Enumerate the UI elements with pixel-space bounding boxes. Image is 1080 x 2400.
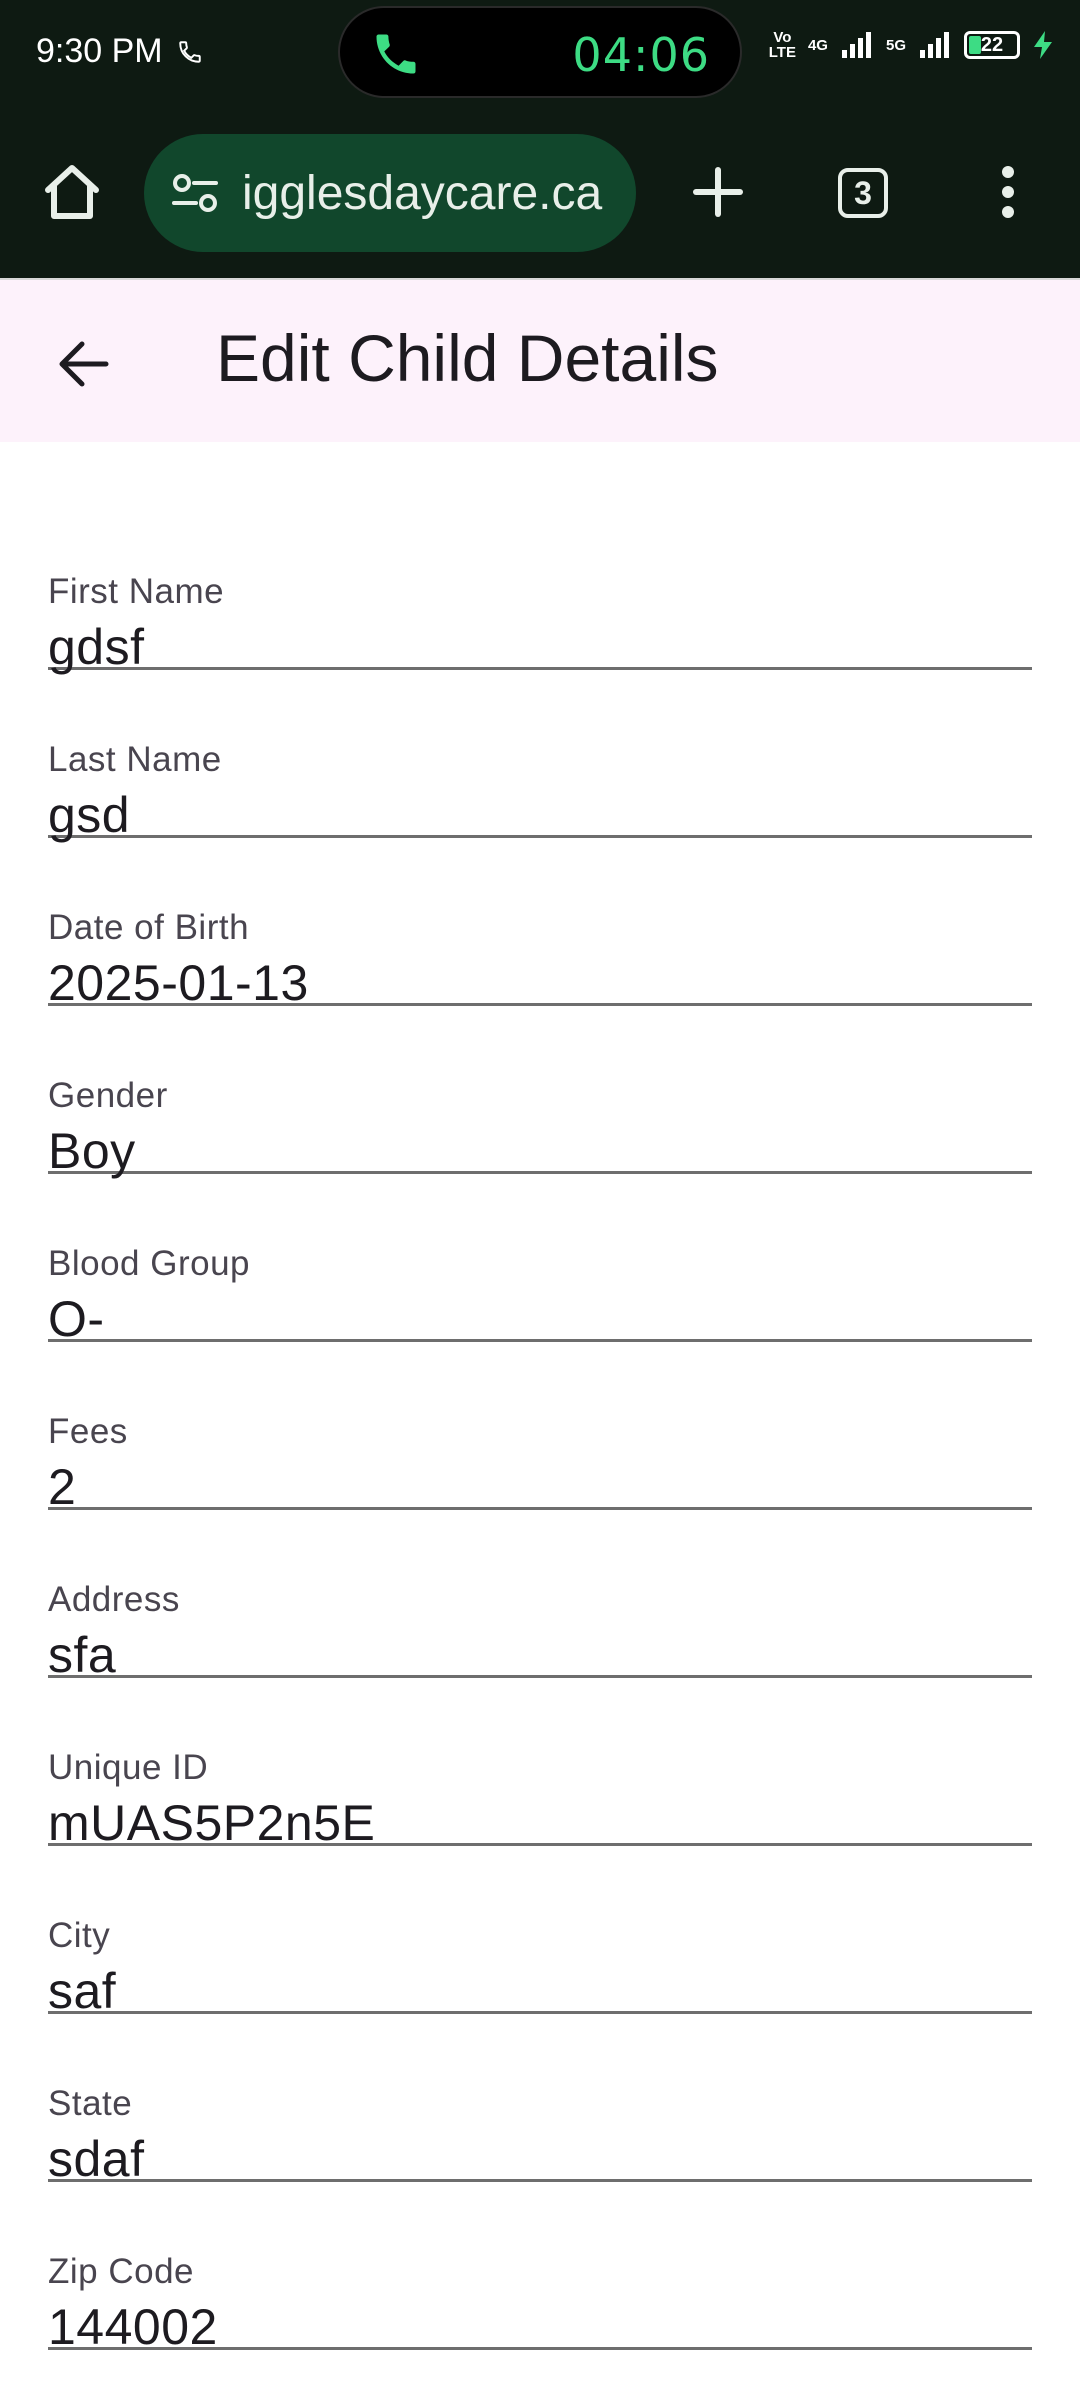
zip-code-field[interactable]: Zip Code 144002 xyxy=(48,2182,1032,2355)
first-name-input[interactable]: gdsf xyxy=(48,618,145,676)
more-menu-icon[interactable] xyxy=(988,160,1028,224)
signal-strength-icon xyxy=(841,32,871,58)
state-field[interactable]: State sdaf xyxy=(48,2014,1032,2187)
status-time-group: 9:30 PM xyxy=(36,32,203,71)
site-settings-icon[interactable] xyxy=(170,171,220,215)
unique-id-input[interactable]: mUAS5P2n5E xyxy=(48,1794,375,1852)
ongoing-call-pill[interactable]: 04:06 xyxy=(338,6,742,98)
address-field[interactable]: Address sfa xyxy=(48,1510,1032,1683)
zip-code-input[interactable]: 144002 xyxy=(48,2298,218,2356)
date-of-birth-label: Date of Birth xyxy=(48,908,250,947)
home-icon[interactable] xyxy=(40,160,104,224)
charging-bolt-icon xyxy=(1034,31,1052,59)
phone-icon xyxy=(376,34,416,74)
date-of-birth-input[interactable]: 2025-01-13 xyxy=(48,954,309,1012)
volte-indicator: Vo LTE xyxy=(768,29,796,61)
city-label: City xyxy=(48,1916,111,1955)
signal-strength-icon-2 xyxy=(920,32,949,58)
blood-group-label: Blood Group xyxy=(48,1244,251,1283)
address-label: Address xyxy=(48,1580,180,1619)
phone-call-icon xyxy=(178,40,201,63)
url-text: igglesdaycare.ca xyxy=(242,166,603,220)
unique-id-field[interactable]: Unique ID mUAS5P2n5E xyxy=(48,1678,1032,1851)
battery-icon: 22 xyxy=(964,31,1020,59)
blood-group-input[interactable]: O- xyxy=(48,1290,105,1348)
new-tab-icon[interactable] xyxy=(686,160,750,224)
address-input[interactable]: sfa xyxy=(48,1626,116,1684)
state-label: State xyxy=(48,2084,133,2123)
call-timer: 04:06 xyxy=(572,28,710,82)
4g-indicator: 4G xyxy=(807,36,828,54)
battery-level: 22 xyxy=(980,33,1004,56)
fees-input[interactable]: 2 xyxy=(48,1458,76,1516)
last-name-input[interactable]: gsd xyxy=(48,786,130,844)
fees-field[interactable]: Fees 2 xyxy=(48,1342,1032,1515)
child-details-form: First Name gdsf Last Name gsd Date of Birth 2… xyxy=(48,442,1032,2355)
fees-label: Fees xyxy=(48,1412,128,1451)
status-bar: 9:30 PM 04:06 Vo LTE 4G 5G 22 xyxy=(0,0,1080,110)
tab-switcher-button[interactable]: 3 xyxy=(838,168,888,218)
app-bar: Edit Child Details xyxy=(0,278,1080,442)
city-field[interactable]: City saf xyxy=(48,1846,1032,2019)
gender-field[interactable]: Gender Boy xyxy=(48,1006,1032,1179)
first-name-label: First Name xyxy=(48,572,225,611)
back-arrow-icon[interactable] xyxy=(52,332,116,396)
blood-group-field[interactable]: Blood Group O- xyxy=(48,1174,1032,1347)
state-input[interactable]: sdaf xyxy=(48,2130,145,2188)
unique-id-label: Unique ID xyxy=(48,1748,209,1787)
first-name-field[interactable]: First Name gdsf xyxy=(48,502,1032,675)
gender-label: Gender xyxy=(48,1076,168,1115)
last-name-field[interactable]: Last Name gsd xyxy=(48,670,1032,843)
last-name-label: Last Name xyxy=(48,740,222,779)
system-icons: Vo LTE 4G 5G 22 xyxy=(769,30,1054,60)
address-bar[interactable]: igglesdaycare.ca xyxy=(144,134,636,252)
zip-code-label: Zip Code xyxy=(48,2252,195,2291)
city-input[interactable]: saf xyxy=(48,1962,116,2020)
gender-input[interactable]: Boy xyxy=(48,1122,136,1180)
date-of-birth-field[interactable]: Date of Birth 2025-01-13 xyxy=(48,838,1032,1011)
5g-indicator: 5G xyxy=(885,36,906,54)
status-time: 9:30 PM xyxy=(36,32,163,70)
tab-count: 3 xyxy=(854,174,872,211)
browser-toolbar: igglesdaycare.ca 3 xyxy=(0,110,1080,278)
page-title: Edit Child Details xyxy=(216,321,719,395)
